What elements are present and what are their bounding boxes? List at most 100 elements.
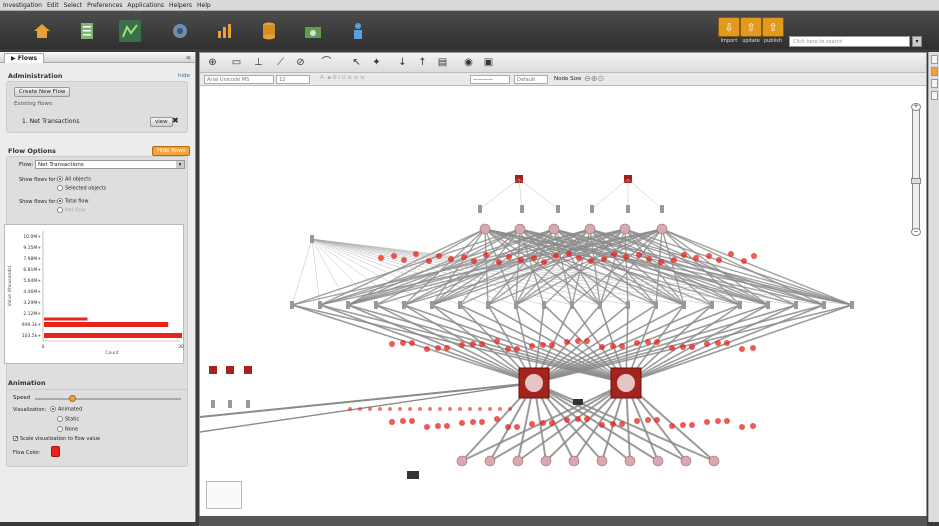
add-account-icon[interactable]: ▭ — [230, 57, 243, 69]
scale-viz-label: Scale visualization to flow value — [20, 436, 101, 442]
node-size-label: Node Size — [554, 76, 582, 82]
tab-flows[interactable]: ▶ Flows — [4, 52, 45, 63]
overview-map[interactable] — [206, 481, 242, 509]
tower-node — [374, 301, 378, 309]
line-default-dropdown[interactable]: Default — [514, 75, 548, 84]
side-tab[interactable] — [931, 55, 938, 64]
flow-particle — [483, 252, 489, 258]
image-icon[interactable]: ▣ — [482, 57, 495, 69]
add-tower-icon[interactable]: ⊥ — [252, 57, 265, 69]
speed-slider-thumb[interactable] — [69, 395, 76, 402]
scale-viz-checkbox[interactable]: ✓ Scale visualization to flow value — [13, 436, 100, 442]
flow-color-swatch[interactable] — [51, 446, 60, 457]
arrow-up-icon[interactable]: ↑ — [416, 57, 429, 69]
animated-radio[interactable]: Animated — [50, 406, 82, 413]
publish-icon[interactable]: ⇧ — [762, 17, 784, 37]
flow-list-item[interactable]: 1. Net Transactions — [22, 118, 80, 125]
edge — [311, 238, 321, 306]
update-icon[interactable]: ⇧ — [740, 17, 762, 37]
flow-particle — [671, 257, 677, 263]
menu-preferences[interactable]: Preferences — [87, 2, 122, 9]
search-button[interactable]: ▾ — [912, 36, 922, 47]
tower-node — [556, 205, 560, 213]
pin-icon[interactable]: ✦ — [370, 57, 383, 69]
menu-helpers[interactable]: Helpers — [169, 2, 192, 9]
side-tab[interactable] — [931, 79, 938, 88]
side-tab[interactable] — [931, 67, 938, 76]
edge — [319, 228, 555, 306]
shape-icon[interactable]: ⌒ — [320, 57, 333, 69]
checkbox-icon: ✓ — [13, 436, 19, 442]
static-radio[interactable]: Static — [57, 416, 79, 423]
edge — [200, 382, 535, 418]
flow-particle — [750, 423, 756, 429]
add-link-icon[interactable]: ⟋ — [274, 57, 287, 69]
flow-particle — [645, 417, 651, 423]
tower-node — [318, 301, 322, 309]
flow-particle — [444, 423, 450, 429]
animation-heading: Animation — [8, 379, 46, 387]
flow-particle — [566, 251, 572, 257]
flows-tool-icon[interactable] — [119, 20, 141, 42]
flow-particle — [564, 417, 570, 423]
menu-applications[interactable]: Applications — [127, 2, 164, 9]
flow-select-value: Net Transactions — [38, 162, 84, 168]
camera-icon[interactable]: ◉ — [462, 57, 475, 69]
side-tab[interactable] — [931, 91, 938, 100]
delete-flow-icon[interactable]: ✖ — [172, 116, 179, 125]
all-objects-radio[interactable]: All objects — [57, 176, 91, 183]
import-icon[interactable]: ⇩ — [718, 17, 740, 37]
total-flow-radio[interactable]: Total flow — [57, 198, 89, 205]
pointer-icon[interactable]: ↖ — [350, 57, 363, 69]
node-size-controls[interactable]: ⊖⊕⊙ — [584, 74, 604, 83]
flow-particle — [508, 407, 512, 411]
search-input[interactable]: Click here to search — [789, 36, 910, 47]
status-bar — [199, 516, 927, 526]
folder-icon[interactable] — [302, 20, 324, 42]
flow-particle — [459, 342, 465, 348]
menu-investigation[interactable]: Investigation — [3, 2, 42, 9]
home-icon[interactable] — [31, 20, 53, 42]
database-icon[interactable] — [258, 20, 280, 42]
add-clock-icon[interactable]: ⊘ — [294, 57, 307, 69]
arrow-down-icon[interactable]: ↓ — [396, 57, 409, 69]
grid-icon[interactable]: ▤ — [436, 57, 449, 69]
speed-slider-track[interactable] — [35, 398, 181, 400]
globe-icon[interactable] — [169, 20, 191, 42]
flow-particle — [549, 420, 555, 426]
create-new-flow-button[interactable]: Create New Flow — [14, 87, 71, 97]
flow-particle — [553, 253, 559, 259]
document-icon[interactable] — [76, 20, 98, 42]
tower-node — [542, 301, 546, 309]
menu-help[interactable]: Help — [197, 2, 211, 9]
font-dropdown[interactable]: Arial Unicode MS — [204, 75, 274, 84]
flow-particle — [448, 407, 452, 411]
add-person-icon[interactable]: ⊕ — [206, 57, 219, 69]
hide-admin-link[interactable]: hide — [178, 73, 190, 79]
tower-node — [850, 301, 854, 309]
flow-particle — [438, 407, 442, 411]
size-dropdown[interactable]: 12 — [276, 75, 310, 84]
net-flow-radio[interactable]: Net flow — [57, 207, 86, 214]
format-buttons[interactable]: A· ▪ B I U ≡ ≡ ≡ — [320, 75, 365, 81]
menu-select[interactable]: Select — [64, 2, 83, 9]
menu-edit[interactable]: Edit — [47, 2, 59, 9]
person-icon[interactable] — [347, 20, 369, 42]
flow-particle — [669, 345, 675, 351]
flow-select[interactable]: Net Transactions ▾ — [35, 160, 185, 169]
none-radio[interactable]: None — [57, 426, 78, 433]
line-style-dropdown[interactable]: ———— — [470, 75, 510, 84]
main-toolbar: ⇩ Import ⇧ update ⇧ publish Click here t… — [0, 11, 939, 49]
network-graph[interactable] — [200, 87, 928, 523]
radio-icon — [57, 426, 63, 432]
collapse-panel-icon[interactable]: « — [186, 53, 191, 62]
flow-particle — [505, 424, 511, 430]
tower-node — [570, 301, 574, 309]
bar-chart-icon[interactable] — [214, 20, 236, 42]
edge — [591, 178, 629, 210]
entity-node — [596, 455, 608, 467]
flow-particle — [739, 346, 745, 352]
hide-flows-button[interactable]: Hide flows — [152, 146, 191, 156]
selected-objects-radio[interactable]: Selected objects — [57, 185, 106, 192]
view-flow-button[interactable]: view — [150, 117, 173, 127]
